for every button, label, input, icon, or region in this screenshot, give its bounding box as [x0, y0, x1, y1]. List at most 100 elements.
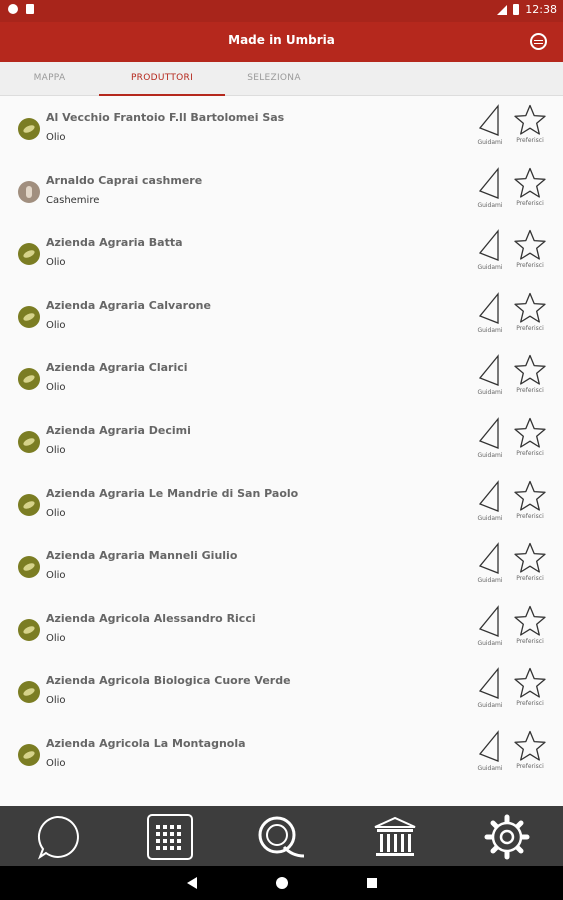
category-avatar-icon	[18, 618, 40, 641]
notification-icon	[8, 4, 18, 14]
guide-button[interactable]: Guidami	[470, 104, 510, 146]
guide-label: Guidami	[477, 639, 503, 647]
star-icon	[510, 229, 550, 261]
category-avatar-icon	[18, 305, 40, 328]
favorite-label: Preferisci	[516, 450, 544, 457]
favorite-button[interactable]: Preferisci	[510, 292, 550, 332]
favorite-label: Preferisci	[516, 262, 544, 270]
producer-category: Olio	[46, 632, 66, 644]
guide-label: Guidami	[477, 514, 503, 522]
producer-name: Azienda Agraria Decimi	[46, 424, 191, 437]
producer-category: Olio	[46, 507, 66, 519]
globe-icon[interactable]	[530, 33, 547, 50]
list-item[interactable]: Azienda Agraria Le Mandrie di San Paolo O…	[0, 472, 563, 535]
navigate-icon	[470, 291, 510, 326]
category-avatar-icon	[18, 744, 40, 766]
category-avatar-icon	[18, 118, 40, 140]
list-item[interactable]: Arnaldo Caprai cashmere Cashemire Guidami P…	[0, 159, 563, 222]
favorite-button[interactable]: Preferisci	[510, 542, 550, 582]
status-time: 12:38	[525, 3, 557, 16]
system-nav-bar	[0, 866, 563, 900]
museum-icon[interactable]	[372, 814, 418, 860]
star-icon	[510, 417, 550, 449]
favorite-button[interactable]: Preferisci	[510, 354, 550, 394]
navigate-icon	[470, 604, 510, 639]
producer-name: Azienda Agricola Biologica Cuore Verde	[46, 674, 291, 688]
favorite-label: Preferisci	[516, 512, 544, 520]
guide-button[interactable]: Guidami	[470, 730, 510, 772]
list-item[interactable]: Azienda Agraria Batta Olio Guidami Preferis…	[0, 221, 563, 284]
sd-card-icon	[26, 4, 34, 14]
favorite-button[interactable]: Preferisci	[510, 167, 550, 207]
guide-button[interactable]: Guidami	[470, 479, 510, 522]
navigate-icon	[470, 354, 510, 388]
guide-button[interactable]: Guidami	[470, 291, 510, 334]
tab-mappa[interactable]: MAPPA	[0, 62, 99, 96]
producer-name: Azienda Agricola Alessandro Ricci	[46, 611, 256, 625]
list-item[interactable]: Azienda Agricola Biologica Cuore Verde Ol…	[0, 659, 563, 722]
list-item[interactable]: Azienda Agraria Clarici Olio Guidami Prefer…	[0, 346, 563, 409]
producer-category: Olio	[46, 570, 66, 582]
navigate-icon	[470, 730, 510, 764]
producer-name: Azienda Agraria Le Mandrie di San Paolo	[46, 486, 299, 500]
guide-label: Guidami	[477, 139, 503, 146]
producer-name: Azienda Agricola La Montagnola	[46, 737, 246, 750]
category-avatar-icon	[18, 493, 40, 516]
star-icon	[510, 354, 550, 386]
back-icon[interactable]	[187, 877, 197, 889]
guide-label: Guidami	[477, 389, 503, 397]
list-item[interactable]: Al Vecchio Frantoio F.ll Bartolomei Sas O…	[0, 96, 563, 159]
producer-name: Azienda Agraria Calvarone	[46, 298, 211, 312]
producer-category: Olio	[46, 319, 66, 331]
favorite-button[interactable]: Preferisci	[510, 417, 550, 457]
producer-name: Azienda Agraria Clarici	[46, 361, 188, 375]
favorite-label: Preferisci	[516, 700, 544, 708]
guide-button[interactable]: Guidami	[470, 604, 510, 647]
producer-name: Azienda Agraria Manneli Giulio	[46, 549, 238, 563]
calendar-icon[interactable]	[147, 814, 193, 860]
list-item[interactable]: Azienda Agricola La Montagnola Olio Guidam…	[0, 722, 563, 785]
favorite-label: Preferisci	[516, 387, 544, 395]
favorite-button[interactable]: Preferisci	[510, 667, 550, 707]
list-item[interactable]: Azienda Agraria Manneli Giulio Olio Guidam…	[0, 534, 563, 597]
tab-produttori[interactable]: PRODUTTORI	[99, 62, 225, 96]
gear-icon[interactable]	[484, 814, 530, 860]
list-item[interactable]: Azienda Agraria Calvarone Olio Guidami Pref…	[0, 284, 563, 347]
star-icon	[510, 605, 550, 637]
producer-name: Azienda Agraria Batta	[46, 236, 183, 250]
favorite-label: Preferisci	[516, 137, 544, 144]
tab-bar: MAPPA PRODUTTORI SELEZIONA	[0, 62, 563, 96]
producer-name: Al Vecchio Frantoio F.ll Bartolomei Sas	[46, 111, 285, 124]
favorite-button[interactable]: Preferisci	[510, 730, 550, 770]
favorite-label: Preferisci	[516, 637, 544, 645]
tab-seleziona[interactable]: SELEZIONA	[225, 62, 323, 96]
guide-button[interactable]: Guidami	[470, 542, 510, 584]
favorite-button[interactable]: Preferisci	[510, 104, 550, 144]
chat-bubble-icon[interactable]	[34, 814, 80, 860]
guide-button[interactable]: Guidami	[470, 229, 510, 271]
producer-category: Olio	[46, 132, 66, 143]
star-icon	[510, 480, 550, 512]
guide-button[interactable]: Guidami	[470, 667, 510, 709]
producer-list[interactable]: Al Vecchio Frantoio F.ll Bartolomei Sas O…	[0, 96, 563, 806]
favorite-button[interactable]: Preferisci	[510, 229, 550, 269]
list-item[interactable]: Azienda Agricola Alessandro Ricci Olio Gui…	[0, 597, 563, 660]
favorite-button[interactable]: Preferisci	[510, 605, 550, 645]
category-avatar-icon	[18, 368, 40, 391]
recents-icon[interactable]	[367, 878, 377, 888]
navigate-icon	[470, 417, 510, 451]
guide-label: Guidami	[477, 201, 503, 209]
producer-category: Olio	[46, 382, 66, 394]
guide-button[interactable]: Guidami	[470, 166, 510, 209]
guide-label: Guidami	[477, 577, 503, 585]
star-icon	[510, 292, 550, 324]
favorite-button[interactable]: Preferisci	[510, 480, 550, 520]
search-q-icon[interactable]	[256, 814, 305, 860]
producer-category: Olio	[46, 445, 66, 456]
category-avatar-icon	[18, 243, 40, 266]
guide-button[interactable]: Guidami	[470, 354, 510, 396]
home-icon[interactable]	[276, 877, 288, 889]
guide-button[interactable]: Guidami	[470, 417, 510, 459]
list-item[interactable]: Azienda Agraria Decimi Olio Guidami Preferi…	[0, 409, 563, 472]
signal-icon	[497, 4, 508, 15]
